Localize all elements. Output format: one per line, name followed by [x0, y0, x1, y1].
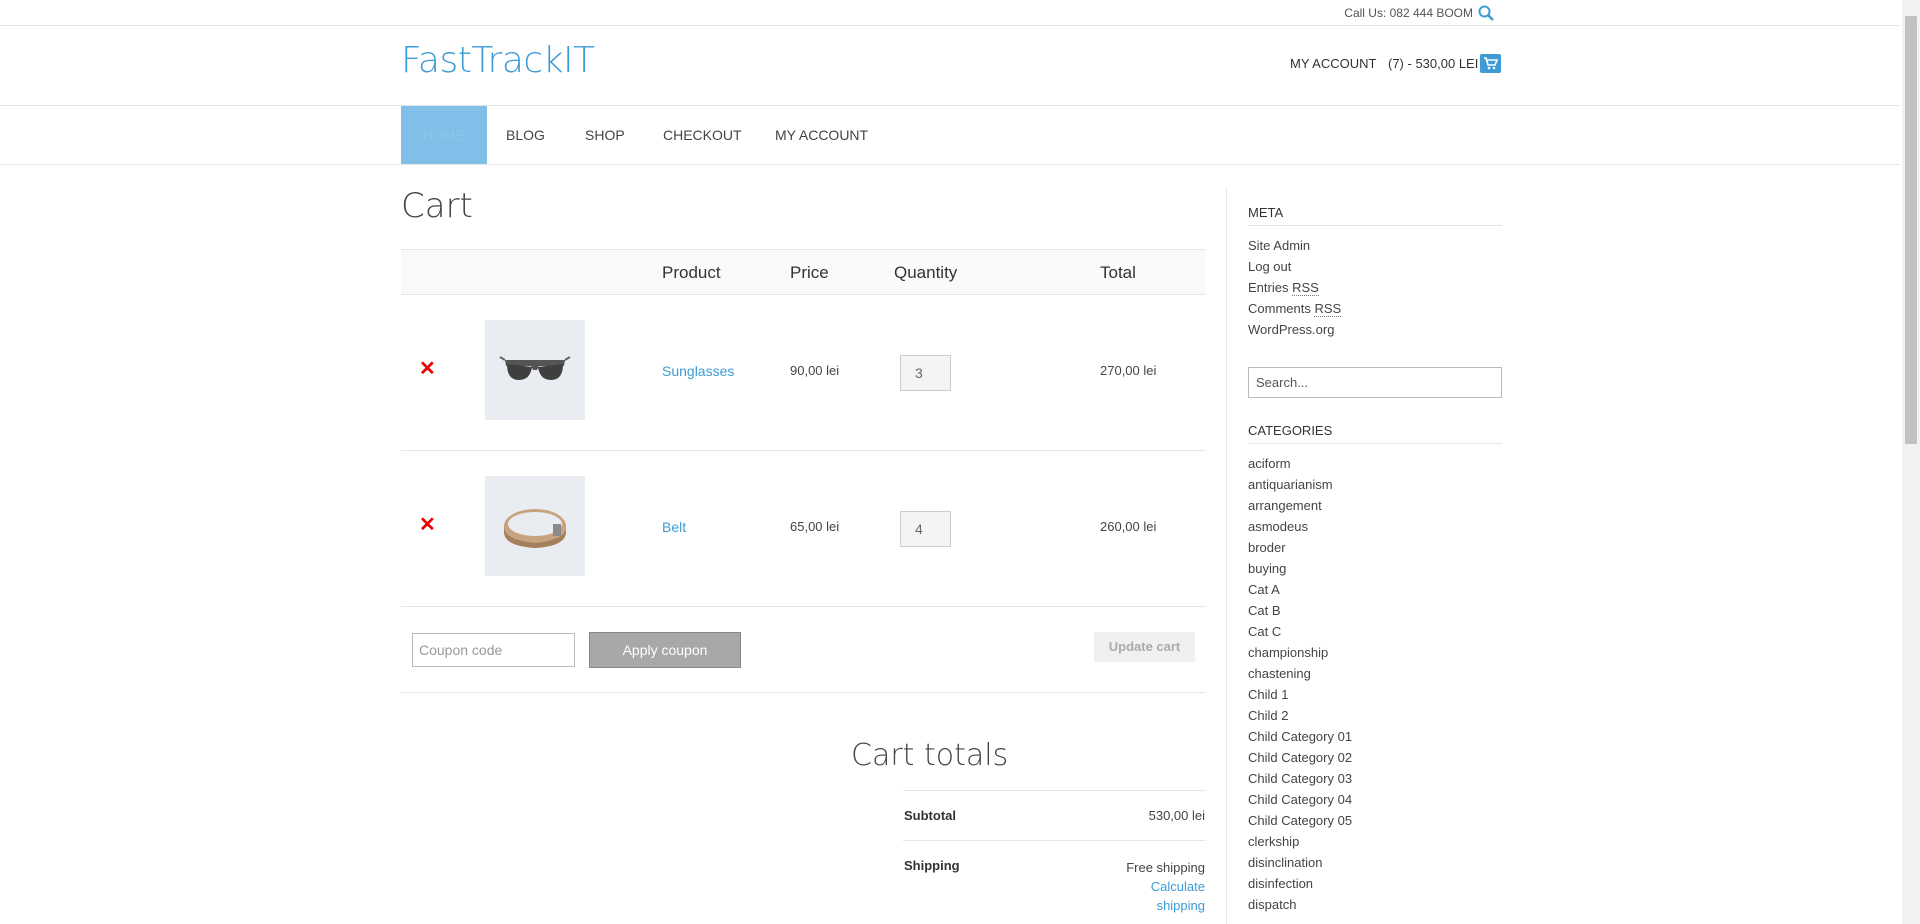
call-us-text: Call Us: 082 444 BOOM — [1344, 6, 1473, 20]
meta-link-site-admin[interactable]: Site Admin — [1248, 235, 1502, 256]
main-nav: HOME BLOG SHOP CHECKOUT MY ACCOUNT — [0, 106, 1900, 165]
category-link[interactable]: Child Category 02 — [1248, 747, 1502, 768]
category-link[interactable]: asmodeus — [1248, 516, 1502, 537]
shipping-method: Free shipping — [1126, 860, 1205, 875]
coupon-code-input[interactable]: Coupon code — [412, 633, 575, 667]
nav-my-account[interactable]: MY ACCOUNT — [753, 106, 890, 164]
product-price: 65,00 lei — [790, 519, 840, 534]
category-link[interactable]: championship — [1248, 642, 1502, 663]
sidebar-divider — [1226, 188, 1227, 924]
category-link[interactable]: Cat B — [1248, 600, 1502, 621]
category-link[interactable]: disinfection — [1248, 873, 1502, 894]
category-link[interactable]: Child 1 — [1248, 684, 1502, 705]
category-link[interactable]: broder — [1248, 537, 1502, 558]
category-link[interactable]: disinclination — [1248, 852, 1502, 873]
product-thumbnail[interactable] — [485, 320, 585, 420]
search-icon[interactable] — [1477, 4, 1495, 22]
category-link[interactable]: arrangement — [1248, 495, 1502, 516]
meta-title: META — [1248, 205, 1502, 226]
category-link[interactable]: Child 2 — [1248, 705, 1502, 726]
quantity-input[interactable]: 4 — [900, 511, 951, 547]
category-link[interactable]: buying — [1248, 558, 1502, 579]
site-header: FastTrackIT MY ACCOUNT (7) - 530,00 LEI — [0, 26, 1900, 106]
scrollbar-track[interactable] — [1902, 0, 1920, 924]
cart-totals-table: Subtotal 530,00 lei Shipping Free shippi… — [903, 790, 1205, 924]
product-link[interactable]: Belt — [662, 519, 686, 535]
nav-shop[interactable]: SHOP — [563, 106, 647, 164]
category-link[interactable]: aciform — [1248, 453, 1502, 474]
meta-link-log-out[interactable]: Log out — [1248, 256, 1502, 277]
column-header-product: Product — [662, 263, 721, 282]
product-price: 90,00 lei — [790, 363, 840, 378]
cart-actions: Coupon code Apply coupon Update cart — [401, 607, 1205, 693]
categories-title: CATEGORIES — [1248, 423, 1502, 444]
header-cart-summary[interactable]: (7) - 530,00 LEI — [1388, 56, 1478, 71]
product-thumbnail[interactable] — [485, 476, 585, 576]
category-link[interactable]: Cat A — [1248, 579, 1502, 600]
header-my-account-link[interactable]: MY ACCOUNT — [1290, 56, 1376, 71]
meta-link-entries-rss[interactable]: Entries RSS — [1248, 277, 1502, 298]
table-row: ✕ Sunglasses 90,00 lei 3 270,00 lei — [401, 295, 1205, 451]
subtotal-value: 530,00 lei — [1148, 808, 1205, 823]
page-title: Cart — [401, 186, 473, 226]
table-row: ✕ Belt 65,00 lei 4 260,00 lei — [401, 451, 1205, 607]
column-header-quantity: Quantity — [894, 263, 958, 282]
category-link[interactable]: antiquarianism — [1248, 474, 1502, 495]
meta-link-wordpress[interactable]: WordPress.org — [1248, 319, 1502, 340]
category-link[interactable]: dispatch — [1248, 894, 1502, 915]
meta-link-comments-rss[interactable]: Comments RSS — [1248, 298, 1502, 319]
column-header-total: Total — [1100, 263, 1136, 282]
meta-widget: META Site Admin Log out Entries RSS Comm… — [1248, 205, 1502, 340]
nav-blog[interactable]: BLOG — [484, 106, 567, 164]
category-link[interactable]: Child Category 05 — [1248, 810, 1502, 831]
product-link[interactable]: Sunglasses — [662, 363, 734, 379]
table-header: Product Price Quantity Total — [401, 249, 1205, 295]
category-link[interactable]: Child Category 03 — [1248, 768, 1502, 789]
scrollbar-thumb[interactable] — [1905, 16, 1917, 444]
column-header-price: Price — [790, 263, 829, 282]
top-bar: Call Us: 082 444 BOOM — [0, 0, 1900, 26]
cart-icon[interactable] — [1480, 54, 1501, 73]
category-link[interactable]: Cat C — [1248, 621, 1502, 642]
category-link[interactable]: clerkship — [1248, 831, 1502, 852]
cart-totals-title: Cart totals — [851, 738, 1009, 773]
calculate-shipping-link[interactable]: Calculate shipping — [1115, 877, 1205, 915]
nav-home[interactable]: HOME — [401, 106, 487, 164]
cart-table: Product Price Quantity Total ✕ Sunglasse… — [401, 249, 1205, 693]
quantity-input[interactable]: 3 — [900, 355, 951, 391]
line-total: 260,00 lei — [1100, 519, 1157, 534]
shipping-row: Shipping Free shipping Calculate shippin… — [903, 840, 1205, 924]
category-link[interactable]: chastening — [1248, 663, 1502, 684]
update-cart-button[interactable]: Update cart — [1094, 632, 1195, 662]
remove-item-icon[interactable]: ✕ — [419, 515, 436, 535]
category-link[interactable]: Child Category 04 — [1248, 789, 1502, 810]
nav-checkout[interactable]: CHECKOUT — [641, 106, 764, 164]
subtotal-label: Subtotal — [904, 808, 956, 823]
sidebar-search-input[interactable]: Search... — [1248, 367, 1502, 398]
site-logo[interactable]: FastTrackIT — [401, 40, 595, 81]
apply-coupon-button[interactable]: Apply coupon — [589, 632, 741, 668]
category-link[interactable]: Child Category 01 — [1248, 726, 1502, 747]
categories-widget: CATEGORIES aciform antiquarianism arrangem… — [1248, 423, 1502, 915]
subtotal-row: Subtotal 530,00 lei — [903, 790, 1205, 840]
shipping-label: Shipping — [904, 858, 960, 873]
remove-item-icon[interactable]: ✕ — [419, 359, 436, 379]
line-total: 270,00 lei — [1100, 363, 1157, 378]
shipping-value: Free shipping Calculate shipping — [1115, 858, 1205, 915]
